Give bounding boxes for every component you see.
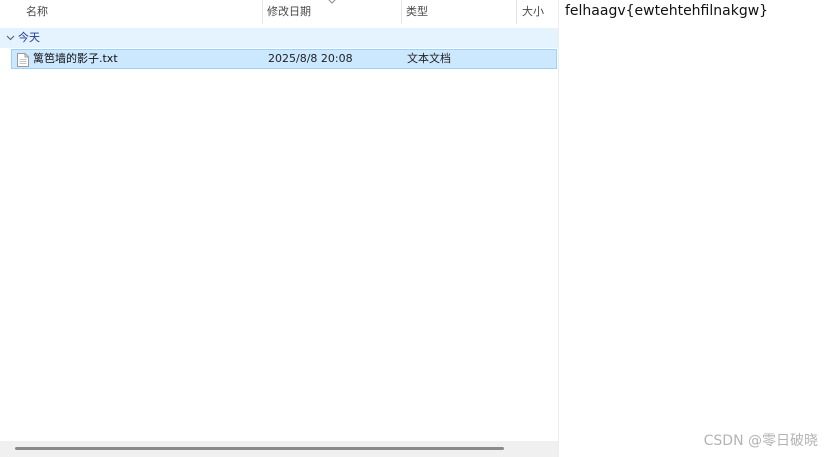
file-name[interactable]: 篱笆墙的影子.txt — [33, 50, 118, 68]
file-modified-date: 2025/8/8 20:08 — [268, 52, 353, 65]
file-type: 文本文档 — [407, 52, 451, 65]
group-label: 今天 — [18, 31, 40, 44]
file-row[interactable]: 篱笆墙的影子.txt 2025/8/8 20:08 文本文档 — [11, 49, 557, 69]
group-header-today[interactable]: 今天 — [0, 28, 558, 48]
column-divider[interactable] — [401, 0, 402, 24]
column-header-size[interactable]: 大小 — [522, 0, 558, 24]
column-header-bar: 名称 修改日期 类型 大小 — [0, 0, 558, 24]
preview-text-content: felhaagv{ewtehtehfilnakgw} — [565, 3, 769, 19]
column-divider[interactable] — [262, 0, 263, 24]
column-header-type[interactable]: 类型 — [406, 0, 516, 24]
column-header-name[interactable]: 名称 — [26, 0, 260, 24]
watermark: CSDN @零日破晓 — [703, 433, 818, 449]
column-header-date[interactable]: 修改日期 — [267, 0, 399, 24]
preview-pane: felhaagv{ewtehtehfilnakgw} — [559, 0, 830, 457]
text-file-icon — [17, 53, 29, 67]
horizontal-scrollbar[interactable] — [0, 441, 558, 457]
scrollbar-thumb[interactable] — [15, 447, 504, 450]
chevron-down-icon[interactable] — [6, 33, 15, 42]
file-explorer-pane: 名称 修改日期 类型 大小 今天 篱笆墙的影子.txt 2025/8/8 20:… — [0, 0, 558, 457]
column-divider[interactable] — [516, 0, 517, 24]
